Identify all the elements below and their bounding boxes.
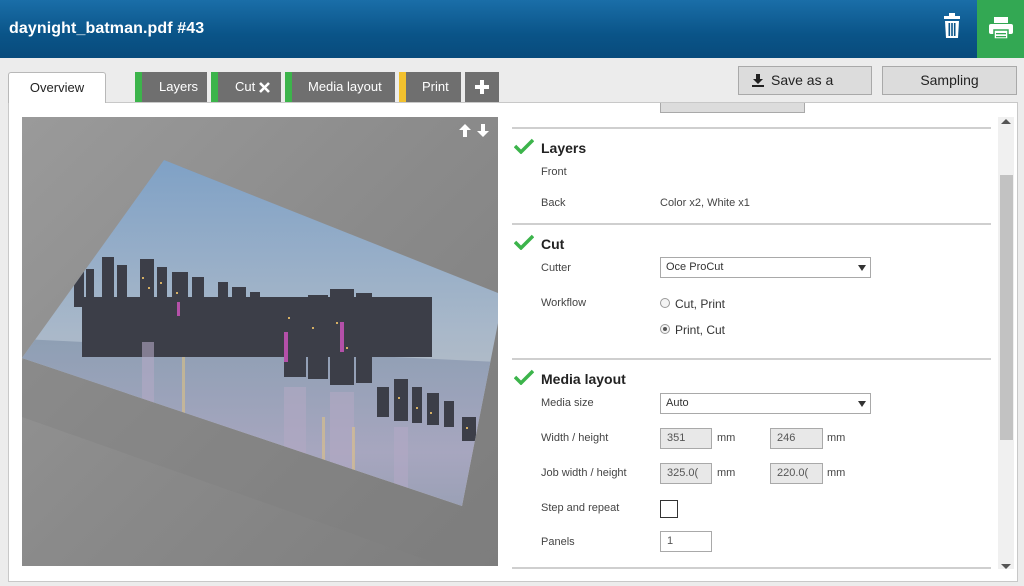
tab-print-label: Print (422, 79, 449, 94)
job-title: daynight_batman.pdf #43 (9, 20, 205, 37)
sampling-button[interactable]: Sampling (882, 66, 1017, 95)
panels-label: Panels (541, 536, 575, 548)
divider (512, 127, 991, 129)
media-size-select-value: Auto (666, 397, 689, 409)
chevron-down-icon (858, 265, 866, 271)
cutter-select[interactable]: Oce ProCut (660, 257, 871, 278)
unit-label: mm (827, 432, 846, 444)
job-width-height-label: Job width / height (541, 467, 627, 479)
cutter-select-value: Oce ProCut (666, 261, 724, 273)
add-tab-button[interactable] (465, 72, 499, 102)
divider (512, 223, 991, 225)
section-title-cut: Cut (541, 236, 565, 252)
preview-image (22, 160, 498, 566)
job-preview (22, 117, 498, 566)
status-strip (399, 72, 406, 102)
save-as-recipe-button[interactable]: Save as a recipe (738, 66, 872, 115)
app-header: daynight_batman.pdf #43 (0, 0, 1024, 58)
cutter-label: Cutter (541, 262, 571, 274)
settings-pane: Layers Front Back Color x2, White x1 Cut… (512, 103, 992, 573)
section-title-media-layout: Media layout (541, 371, 626, 387)
workflow-option-label: Cut, Print (675, 297, 726, 311)
chevron-down-icon (858, 401, 866, 407)
scroll-up-arrow[interactable] (1001, 119, 1011, 124)
status-strip (211, 72, 218, 102)
partial-button[interactable] (660, 103, 805, 113)
height-field[interactable]: 246 (770, 428, 823, 449)
reorder-arrows[interactable] (458, 123, 492, 139)
tab-cut[interactable]: Cut (211, 72, 281, 102)
width-height-label: Width / height (541, 432, 609, 444)
printer-icon (989, 17, 1013, 40)
tab-overview[interactable]: Overview (8, 72, 106, 103)
print-button[interactable] (977, 0, 1024, 58)
width-field[interactable]: 351 (660, 428, 712, 449)
step-and-repeat-checkbox[interactable] (660, 500, 678, 518)
tab-media-layout-label: Media layout (308, 79, 382, 94)
panels-field[interactable]: 1 (660, 531, 712, 552)
back-label: Back (541, 197, 566, 209)
job-height-field[interactable]: 220.0( (770, 463, 823, 484)
section-title-layers: Layers (541, 140, 587, 156)
workflow-label: Workflow (541, 297, 587, 309)
tab-print[interactable]: Print (399, 72, 461, 102)
unit-label: mm (827, 467, 846, 479)
workflow-option-label: Print, Cut (675, 323, 726, 337)
tab-layers[interactable]: Layers (135, 72, 207, 102)
download-icon (752, 74, 764, 87)
arrow-up-icon[interactable] (458, 123, 472, 138)
unit-label: mm (717, 432, 736, 444)
front-label: Front (541, 166, 567, 178)
tab-layers-label: Layers (159, 79, 199, 94)
tab-cut-label: Cut (235, 79, 256, 94)
trash-icon (944, 13, 960, 38)
back-value: Color x2, White x1 (660, 197, 750, 209)
arrow-down-icon[interactable] (476, 123, 490, 138)
check-icon (514, 369, 534, 385)
unit-label: mm (717, 467, 736, 479)
check-icon (514, 234, 534, 250)
media-size-label: Media size (541, 397, 594, 409)
divider (512, 567, 991, 569)
tab-media-layout[interactable]: Media layout (285, 72, 395, 102)
divider (512, 358, 991, 360)
scrollbar-thumb[interactable] (1000, 175, 1013, 440)
media-size-select[interactable]: Auto (660, 393, 871, 414)
close-icon[interactable] (259, 82, 270, 93)
delete-button[interactable] (936, 10, 970, 44)
radio-button[interactable] (660, 298, 670, 308)
scroll-down-arrow[interactable] (1001, 564, 1011, 569)
step-and-repeat-label: Step and repeat (541, 502, 620, 514)
check-icon (514, 138, 534, 154)
radio-button-selected[interactable] (660, 324, 670, 334)
job-width-field[interactable]: 325.0( (660, 463, 712, 484)
status-strip (135, 72, 142, 102)
status-strip (285, 72, 292, 102)
plus-icon (475, 80, 489, 94)
